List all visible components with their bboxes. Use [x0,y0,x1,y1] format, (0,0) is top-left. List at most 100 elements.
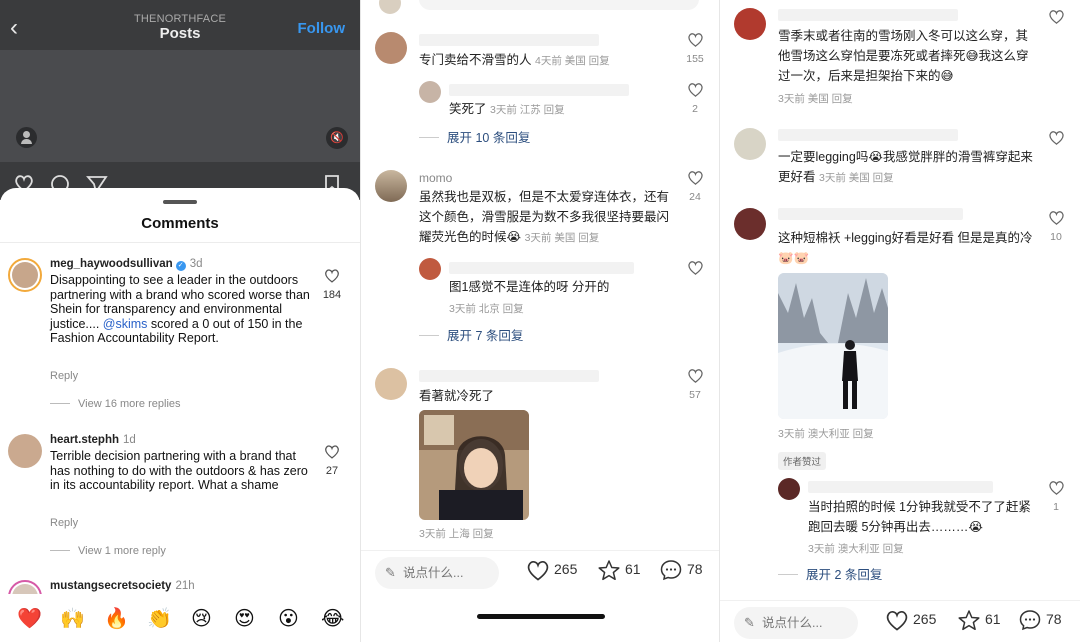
comment-meta[interactable]: 4天前 美国 回复 [535,55,610,67]
heart-icon [687,261,703,275]
comment-meta[interactable]: 3天前 澳大利亚 回复 [778,426,874,441]
avatar[interactable] [734,128,766,160]
comment-text: 雪季末或者往南的雪场刚入冬可以这么穿，其他雪场这么穿怕是要冻死或者摔死😅我这么穿… [778,29,1029,83]
avatar[interactable] [734,8,766,40]
heart-icon [1048,131,1064,145]
comment-input[interactable]: ✎ 说点什么... [734,607,858,639]
like-button[interactable]: 24 [685,170,705,203]
comment-user[interactable]: meg_haywoodsullivan ✓ 3d [50,258,203,271]
comment-meta[interactable]: 3天前 美国 回复 [819,172,894,184]
like-button[interactable]: 57 [685,368,705,401]
username-redacted[interactable] [419,34,599,46]
like-count: 24 [689,191,701,203]
comment-meta[interactable]: 3天前 北京 回复 [449,301,524,316]
reply-button[interactable]: Reply [50,517,78,529]
heart-icon [527,561,549,581]
avatar[interactable] [379,0,401,14]
expand-replies[interactable]: 展开 7 条回复 [419,325,523,344]
home-indicator[interactable] [477,614,605,619]
like-button[interactable] [1046,130,1066,150]
avatar[interactable] [375,32,407,64]
comment-user[interactable]: heart.stephh 1d [50,434,136,446]
like-button[interactable] [1046,9,1066,29]
like-count: 155 [686,53,704,65]
emoji-laugh[interactable]: 😂 [321,606,344,630]
avatar[interactable] [778,478,800,500]
view-more-replies[interactable]: View 1 more reply [50,545,166,557]
emoji-clap[interactable]: 👏 [147,606,172,630]
emoji-fire[interactable]: 🔥 [104,606,129,630]
chat-bubble-icon [1019,610,1041,631]
mute-icon[interactable]: 🔇 [326,127,348,149]
heart-icon [687,83,703,97]
comment-text: 一定要legging吗😭我感觉胖胖的滑雪裤穿起来更好看 3天前 美国 回复 [778,150,1033,184]
username-redacted[interactable] [778,129,958,141]
favorite-button[interactable]: 61 [957,609,1001,631]
comment-input[interactable]: ✎ 说点什么... [375,557,499,589]
search-bar-partial[interactable] [419,0,699,10]
divider [0,242,360,243]
emoji-surprised[interactable]: 😮 [278,606,299,630]
like-button[interactable]: 10 [1046,210,1066,243]
avatar[interactable] [375,170,407,202]
post-header: ‹ THENORTHFACE Posts Follow 🔇 [0,0,360,200]
view-more-replies[interactable]: View 16 more replies [50,398,181,410]
avatar[interactable] [419,258,441,280]
like-button[interactable]: 27 [320,444,344,477]
avatar[interactable] [8,258,42,292]
avatar[interactable] [8,434,42,468]
like-count: 10 [1050,231,1062,243]
expand-replies[interactable]: 展开 2 条回复 [778,564,882,583]
avatar[interactable] [419,81,441,103]
comment-meta[interactable]: 3天前 澳大利亚 回复 [808,541,904,556]
mention-link[interactable]: @skims [103,317,148,331]
like-button[interactable]: 155 [685,32,705,65]
heart-icon [1048,211,1064,225]
username-redacted[interactable] [778,208,963,220]
verified-icon: ✓ [175,261,186,271]
author-liked-badge: 作者赞过 [778,452,827,470]
favorite-button[interactable]: 61 [597,559,641,581]
comment-meta[interactable]: 3天前 上海 回复 [419,526,494,541]
like-count: 184 [322,289,342,301]
username-redacted[interactable] [808,481,993,493]
avatar[interactable] [375,368,407,400]
like-button[interactable] [685,260,705,280]
comment-text: 专门卖给不滑雪的人 4天前 美国 回复 [419,53,610,67]
emoji-cry[interactable]: 😢 [191,606,212,630]
heart-icon [325,269,339,283]
like-total-button[interactable]: 265 [885,609,936,631]
comment-total-button[interactable]: 78 [1018,609,1062,631]
like-total-button[interactable]: 265 [526,559,577,581]
username-redacted[interactable] [449,84,629,96]
comment-image[interactable] [778,273,888,419]
comment-text: Terrible decision partnering with a bran… [50,449,308,493]
emoji-heart-eyes[interactable]: 😍 [234,606,255,630]
comment-image[interactable] [419,410,529,520]
comment-meta[interactable]: 3天前 美国 回复 [525,232,600,244]
tagged-user-icon[interactable] [16,127,37,148]
comment-meta[interactable]: 3天前 江苏 回复 [490,104,565,116]
comments-panel-2: 专门卖给不滑雪的人 4天前 美国 回复 155 笑死了 3天前 江苏 回复 2 … [361,0,719,642]
emoji-raised-hands[interactable]: 🙌 [60,606,85,630]
comment-time: 1d [123,434,136,446]
like-button[interactable]: 184 [320,268,344,301]
heart-icon [886,611,908,631]
comment-user[interactable]: mustangsecretsociety 21h [50,580,195,592]
username-redacted[interactable] [419,370,599,382]
username[interactable]: momo [419,171,452,185]
username-redacted[interactable] [449,262,634,274]
reply-text: 笑死了 3天前 江苏 回复 [449,102,565,116]
expand-replies[interactable]: 展开 10 条回复 [419,127,530,146]
like-count: 57 [689,389,701,401]
reply-button[interactable]: Reply [50,370,78,382]
like-button[interactable]: 1 [1046,480,1066,513]
drag-handle[interactable] [163,200,197,204]
like-button[interactable]: 2 [685,82,705,115]
emoji-heart[interactable]: ❤️ [17,606,42,630]
avatar[interactable] [734,208,766,240]
comment-total-button[interactable]: 78 [659,559,703,581]
comment-meta[interactable]: 3天前 美国 回复 [778,91,853,106]
follow-button[interactable]: Follow [298,20,346,37]
username-redacted[interactable] [778,9,958,21]
